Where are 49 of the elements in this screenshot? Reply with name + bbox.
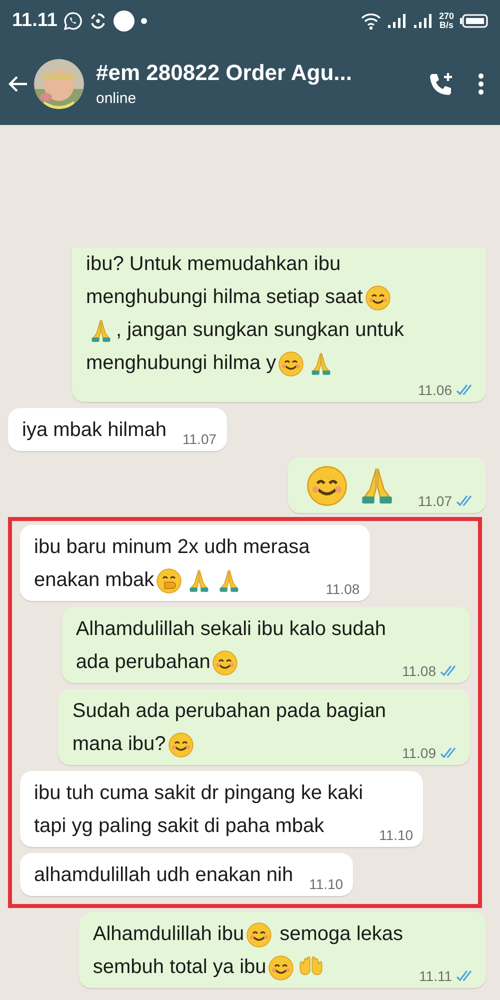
online-status: online: [96, 90, 138, 107]
smiling-face-icon: [268, 954, 294, 980]
dot-icon: [113, 10, 136, 32]
status-time: 11.11: [12, 10, 58, 32]
smiling-face-icon: [212, 650, 238, 676]
message-text: Alhamdulillah ibu: [92, 922, 244, 947]
message-time: 11.10: [309, 876, 344, 892]
message-text: mana ibu?: [72, 732, 166, 757]
chat-bubble-icon: [63, 11, 84, 31]
message-time: 11.07: [182, 431, 217, 447]
message-text: tapi yg paling sakit di paha mbak: [34, 814, 324, 839]
battery-icon: [460, 14, 488, 28]
network-speed: 270: [438, 12, 454, 21]
speed-unit: B/s: [439, 21, 454, 30]
message-text: , jangan sungkan sungkan untuk: [116, 318, 404, 343]
message-text: ibu baru minum 2x udh merasa: [34, 535, 310, 560]
signal-icon: [412, 13, 433, 29]
message-text: menghubungi hilma setiap saat: [86, 285, 363, 310]
smiling-face-icon: [364, 284, 391, 310]
message-time: 11.08: [326, 581, 360, 597]
message-text: ibu? Untuk memudahkan ibu: [86, 252, 341, 277]
message-text: alhamdulillah udh enakan nih: [34, 863, 294, 888]
message-text: iya mbak hilmah: [22, 418, 167, 443]
signal-icon: [386, 13, 407, 29]
sync-icon: [89, 12, 108, 30]
contact-name: #em 280822 Order Agu...: [96, 60, 353, 86]
message-text: Sudah ada perubahan pada bagian: [72, 699, 386, 724]
smiling-face-icon: [306, 465, 348, 507]
smiling-face-icon: [168, 732, 194, 758]
message-time: 11.06: [418, 382, 452, 398]
message-text: sembuh total ya ibu: [92, 955, 266, 980]
phone-plus-icon: [428, 70, 454, 96]
smiling-face-icon: [246, 922, 272, 948]
message-text: enakan mbak: [34, 568, 154, 593]
more-options-icon: [478, 72, 484, 96]
face-covering-mouth-icon: [156, 568, 182, 594]
smiling-face-icon: [278, 350, 304, 376]
wifi-icon: [360, 12, 381, 30]
message-text: semoga lekas: [278, 922, 404, 947]
message-time: 11.10: [379, 827, 414, 843]
message-text: menghubungi hilma y: [86, 351, 276, 376]
message-time: 11.09: [402, 745, 436, 761]
message-text: ibu tuh cuma sakit dr pingang ke kaki: [34, 781, 364, 806]
dot-icon: [141, 18, 148, 24]
message-time: 11.11: [419, 968, 452, 984]
message-text: Alhamdulillah sekali ibu kalo sudah: [76, 617, 386, 642]
message-time: 11.07: [418, 493, 452, 509]
message-time: 11.08: [402, 663, 436, 679]
message-text: ada perubahan: [76, 650, 210, 675]
